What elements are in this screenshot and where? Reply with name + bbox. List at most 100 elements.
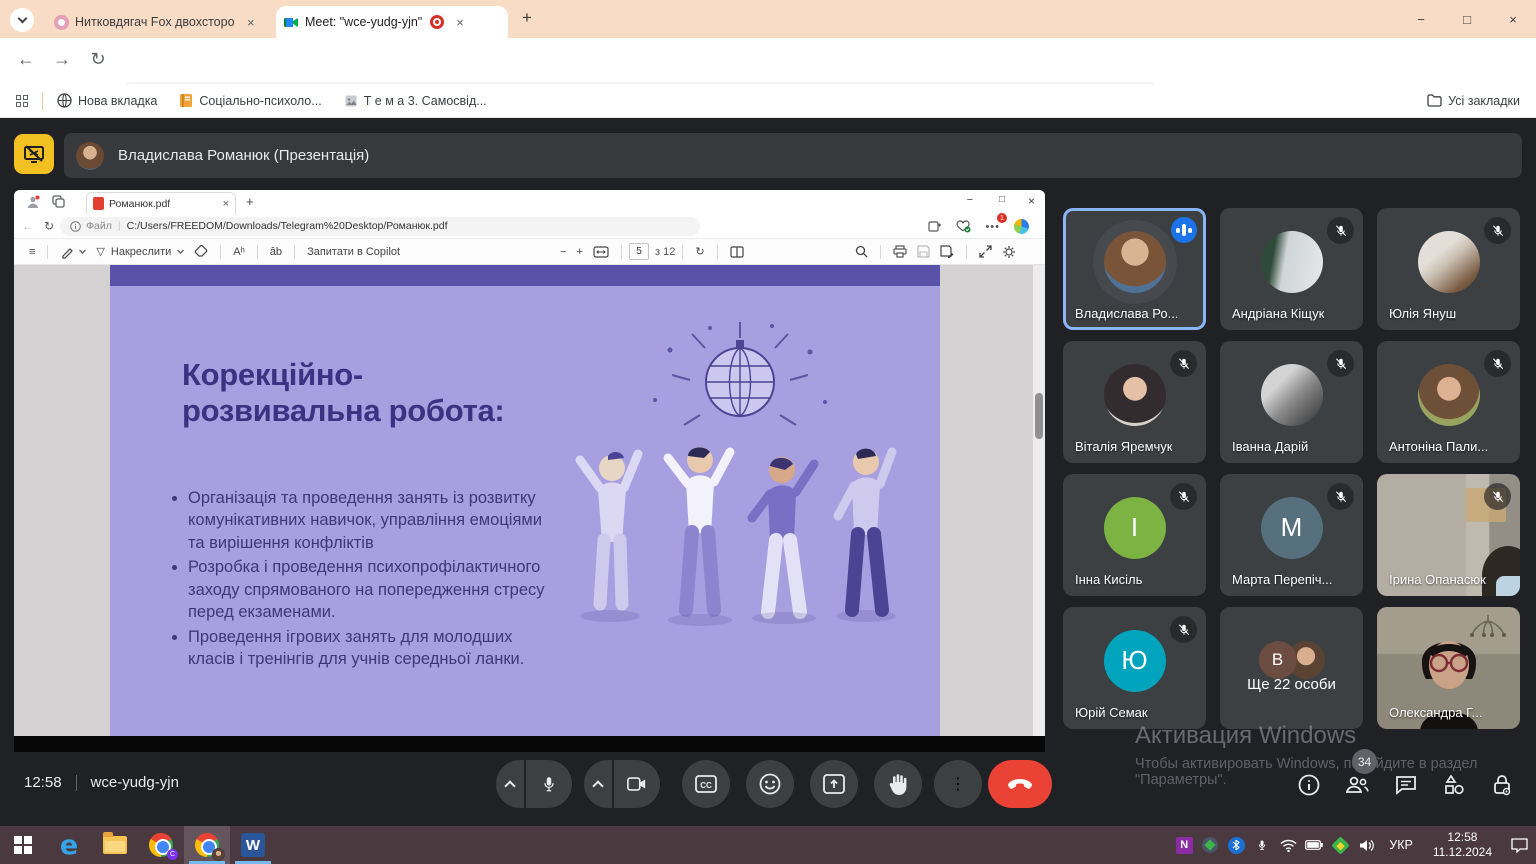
eraser-icon[interactable] <box>194 245 208 258</box>
all-bookmarks-button[interactable]: Усі закладки <box>1427 94 1520 108</box>
tab-fox[interactable]: Нитковдягач Fox двохсторонн × <box>46 6 272 38</box>
camera-options-chevron[interactable] <box>584 760 612 808</box>
zoom-out-icon[interactable]: − <box>560 246 566 258</box>
camera-button[interactable] <box>614 760 660 808</box>
pdf-scroll-thumb[interactable] <box>1035 393 1043 439</box>
present-screen-button[interactable] <box>810 760 858 808</box>
tab-search-button[interactable] <box>10 8 34 32</box>
onenote-tray-icon[interactable]: N <box>1171 826 1197 864</box>
language-indicator[interactable]: УКР <box>1379 838 1423 852</box>
host-controls-lock-icon[interactable] <box>1489 772 1515 798</box>
raise-hand-button[interactable] <box>874 760 922 808</box>
bluetooth-tray-icon[interactable] <box>1223 826 1249 864</box>
presenter-banner[interactable]: Владислава Романюк (Презентація) <box>64 133 1522 178</box>
edge-maximize-button[interactable]: □ <box>999 194 1005 205</box>
toc-icon[interactable]: ≡ <box>29 246 35 258</box>
pen-tool-icon[interactable] <box>60 245 86 259</box>
taskbar-chrome-active[interactable] <box>184 826 230 864</box>
tile-andriana[interactable]: Андріана Кіщук <box>1220 208 1363 330</box>
edge-new-tab-button[interactable]: + <box>246 194 254 209</box>
ask-copilot-button[interactable]: Запитати в Copilot <box>307 246 400 258</box>
edge-reload-icon[interactable]: ↻ <box>44 219 54 233</box>
reload-button[interactable]: ↻ <box>84 49 112 70</box>
tile-marta[interactable]: М Марта Перепіч... <box>1220 474 1363 596</box>
taskbar-word[interactable]: W <box>230 826 276 864</box>
copilot-icon[interactable] <box>1014 219 1029 234</box>
window-minimize-button[interactable]: − <box>1398 0 1444 38</box>
chat-panel-icon[interactable] <box>1393 772 1419 798</box>
taskbar-chrome-profile1[interactable]: C <box>138 826 184 864</box>
battery-tray-icon[interactable] <box>1301 826 1327 864</box>
tile-vladyslava[interactable]: Владислава Ро... <box>1063 208 1206 330</box>
close-tab-icon[interactable]: × <box>243 13 259 32</box>
page-number-input[interactable]: 5 <box>629 243 649 260</box>
chrome-toolbar: ← → ↻ https://meet.google.com/wce-yudg-y… <box>0 38 1536 84</box>
avatar-initial: М <box>1261 497 1323 559</box>
tile-iryna-video[interactable]: Ірина Опанасюк <box>1377 474 1520 596</box>
edge-minimize-button[interactable]: − <box>967 194 973 206</box>
pdf-scrollbar[interactable] <box>1033 265 1045 736</box>
fullscreen-icon[interactable] <box>979 245 992 258</box>
bookmark-tema3[interactable]: Т е м а 3. Самосвід... <box>344 94 487 108</box>
save-as-icon[interactable] <box>940 245 954 258</box>
start-button[interactable] <box>0 826 46 864</box>
meeting-details-icon[interactable] <box>1296 772 1322 798</box>
tab-meet[interactable]: Meet: "wce-yudg-yjn" × <box>276 6 508 38</box>
taskbar-explorer[interactable] <box>92 826 138 864</box>
tile-vitaliya[interactable]: Віталія Яремчук <box>1063 341 1206 463</box>
edge-settings-kebab-icon[interactable]: •••1 <box>985 217 1000 235</box>
mic-options-chevron[interactable] <box>496 760 524 808</box>
window-maximize-button[interactable]: □ <box>1444 0 1490 38</box>
microphone-tray-icon[interactable] <box>1249 826 1275 864</box>
tile-overflow[interactable]: В Ще 22 особи <box>1220 607 1363 729</box>
tile-ivanna[interactable]: Іванна Дарій <box>1220 341 1363 463</box>
mic-button[interactable] <box>526 760 572 808</box>
edge-profile-icon[interactable] <box>26 195 40 209</box>
taskbar-edge[interactable]: e <box>46 826 92 864</box>
window-close-button[interactable]: × <box>1490 0 1536 38</box>
tile-oleksandra-video[interactable]: Олександра Г... <box>1377 607 1520 729</box>
end-call-button[interactable] <box>988 760 1052 808</box>
tile-inna[interactable]: І Інна Кисіль <box>1063 474 1206 596</box>
volume-tray-icon[interactable] <box>1353 826 1379 864</box>
edge-tab-close-icon[interactable]: × <box>223 198 229 210</box>
bookmark-new-tab[interactable]: Нова вкладка <box>57 93 157 108</box>
text-tools-icon[interactable]: ȃb <box>270 246 282 258</box>
taskbar-clock[interactable]: 12:58 11.12.2024 <box>1423 830 1502 860</box>
sharp-tray-icon[interactable] <box>1327 826 1353 864</box>
tile-antonina[interactable]: Антоніна Пали... <box>1377 341 1520 463</box>
bookmark-social-psych[interactable]: Соціально-психоло... <box>179 93 321 108</box>
forward-button[interactable]: → <box>48 49 76 70</box>
search-icon[interactable] <box>855 245 868 258</box>
action-center-icon[interactable] <box>1502 826 1536 864</box>
more-options-button[interactable]: ⋮ <box>934 760 982 808</box>
antivirus-tray-icon[interactable] <box>1197 826 1223 864</box>
people-panel-icon[interactable] <box>1344 772 1370 798</box>
draw-shape-icon[interactable]: ▽Накреслити <box>96 245 184 258</box>
page-view-icon[interactable] <box>730 246 744 258</box>
read-aloud-icon[interactable]: Aʰ <box>233 246 245 258</box>
fit-width-icon[interactable] <box>593 246 609 258</box>
split-screen-icon[interactable] <box>928 220 942 233</box>
tile-yurii[interactable]: Ю Юрій Семак <box>1063 607 1206 729</box>
new-tab-button[interactable]: + <box>522 8 532 28</box>
edge-url-field[interactable]: Файл | C:/Users/FREEDOM/Downloads/Telegr… <box>60 217 700 236</box>
close-tab-icon[interactable]: × <box>452 13 468 32</box>
zoom-in-icon[interactable]: + <box>577 246 583 258</box>
edge-close-button[interactable]: × <box>1028 194 1035 208</box>
edge-tab-pdf[interactable]: Романюк.pdf × <box>86 192 236 214</box>
wifi-tray-icon[interactable] <box>1275 826 1301 864</box>
favorites-icon[interactable] <box>956 220 971 233</box>
rotate-icon[interactable]: ↻ <box>695 245 704 258</box>
activities-icon[interactable] <box>1441 772 1467 798</box>
edge-back-icon[interactable]: ← <box>22 219 34 233</box>
apps-grid-icon[interactable] <box>16 95 28 107</box>
print-icon[interactable] <box>893 245 907 258</box>
presentation-off-badge[interactable] <box>14 134 54 174</box>
captions-button[interactable]: CC <box>682 760 730 808</box>
tab-actions-icon[interactable] <box>52 195 65 208</box>
tile-yuliya[interactable]: Юлія Януш <box>1377 208 1520 330</box>
pdf-settings-gear-icon[interactable] <box>1002 245 1016 259</box>
reactions-button[interactable] <box>746 760 794 808</box>
back-button[interactable]: ← <box>12 49 40 70</box>
